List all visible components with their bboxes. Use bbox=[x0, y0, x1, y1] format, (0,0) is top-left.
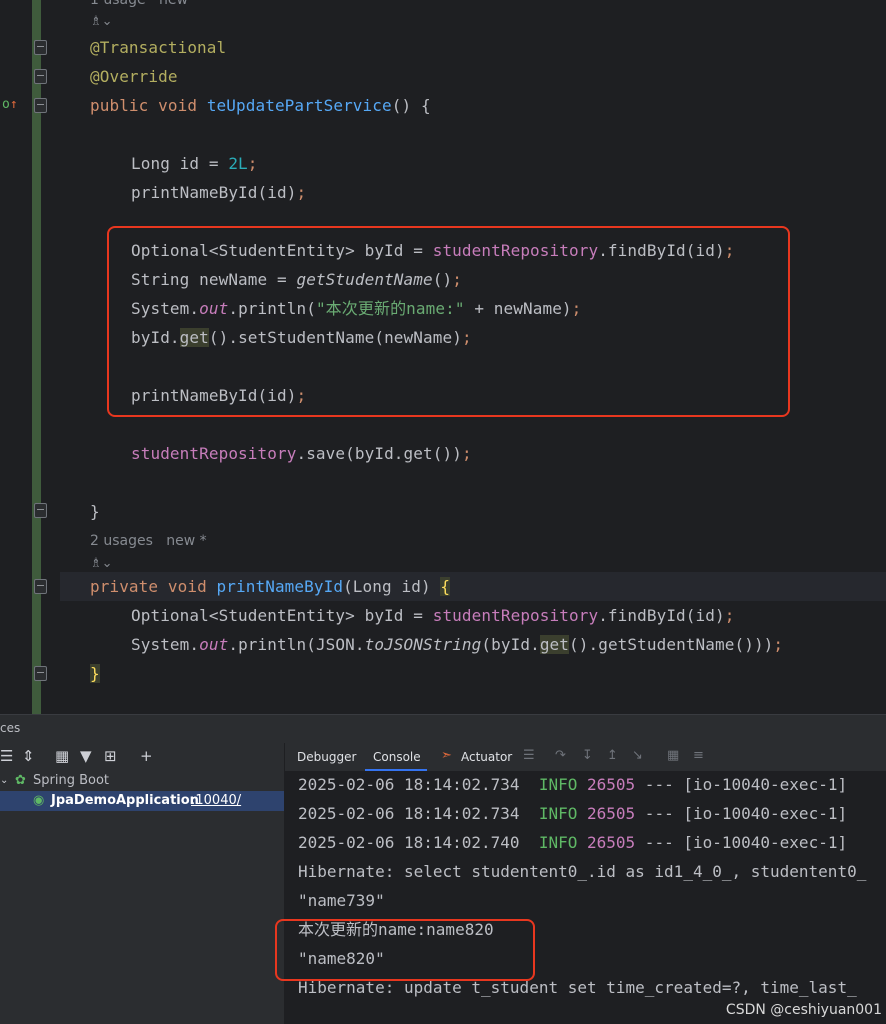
code-line-println-json: System.out.println(JSON.toJSONString(byI… bbox=[131, 635, 784, 654]
highlight-box-console bbox=[275, 919, 535, 981]
step-into-icon[interactable]: ↧ bbox=[582, 748, 593, 763]
spring-boot-icon: ✿ bbox=[15, 773, 26, 788]
log-line: 2025-02-06 18:14:02.734 INFO 26505 --- [… bbox=[298, 775, 848, 794]
usage-hint[interactable]: 1 usage new * bbox=[90, 0, 199, 8]
filter-icon[interactable]: ▼ bbox=[80, 747, 92, 765]
code-line-find-by-id-2: Optional<StudentEntity> byId = studentRe… bbox=[131, 606, 735, 625]
group-by-icon[interactable]: ▦ bbox=[55, 747, 69, 765]
services-tool-window[interactable]: ces ☰ ⇕ ▦ ▼ ⊞ + ⌄ ✿ Spring Boot ◉ JpaDem… bbox=[0, 714, 886, 1024]
tab-actuator[interactable]: Actuator bbox=[461, 743, 512, 771]
tree-item-jpa-demo-application[interactable]: ◉ JpaDemoApplication :10040/ bbox=[0, 791, 284, 811]
tool-window-title: ces bbox=[0, 721, 21, 735]
expand-all-icon[interactable]: ☰ bbox=[0, 747, 13, 765]
annotation-override: @Override bbox=[90, 67, 178, 86]
method-signature-teUpdatePartService: public void teUpdatePartService() { bbox=[90, 96, 431, 115]
services-tree[interactable]: ⌄ ✿ Spring Boot ◉ JpaDemoApplication :10… bbox=[0, 771, 284, 1024]
log-line: 2025-02-06 18:14:02.734 INFO 26505 --- [… bbox=[298, 804, 848, 823]
menu-icon[interactable]: ☰ bbox=[523, 748, 535, 763]
highlight-box-code bbox=[107, 226, 790, 417]
fold-icon[interactable] bbox=[34, 40, 47, 55]
fold-icon[interactable] bbox=[34, 69, 47, 84]
collapse-all-icon[interactable]: ⇕ bbox=[22, 747, 35, 765]
threads-icon[interactable]: ≡ bbox=[693, 748, 704, 763]
fold-icon[interactable] bbox=[34, 579, 47, 594]
watermark: CSDN @ceshiyuan001 bbox=[725, 1002, 882, 1018]
author-hint-icon-2[interactable]: ♗⌄ bbox=[90, 556, 113, 571]
port-link[interactable]: :10040/ bbox=[191, 791, 241, 811]
method-signature-printNameById: private void printNameById(Long id) { bbox=[90, 577, 451, 596]
code-line-long-id: Long id = 2L; bbox=[131, 154, 258, 173]
console-tabs: Debugger Console ➣ Actuator ☰ ↷ ↧ ↥ ↘ ▦ … bbox=[285, 743, 886, 771]
annotation-transactional: @Transactional bbox=[90, 38, 227, 57]
hibernate-update-line: Hibernate: update t_student set time_cre… bbox=[298, 978, 857, 997]
implements-method-icon[interactable]: o↑ bbox=[2, 97, 18, 113]
run-to-cursor-icon[interactable]: ↘ bbox=[632, 748, 643, 763]
chevron-down-icon[interactable]: ⌄ bbox=[0, 771, 8, 791]
editor-gutter: o↑ bbox=[0, 0, 60, 714]
closing-brace: } bbox=[90, 502, 100, 521]
tab-debugger[interactable]: Debugger bbox=[297, 743, 356, 771]
services-toolbar: ☰ ⇕ ▦ ▼ ⊞ + bbox=[0, 743, 284, 771]
new-tab-icon[interactable]: ⊞ bbox=[104, 747, 117, 765]
tree-item-label: JpaDemoApplication bbox=[51, 793, 199, 808]
usage-hint-2[interactable]: 2 usages new * bbox=[90, 533, 207, 549]
code-editor[interactable]: o↑ 1 usage new * ♗⌄ @Transactional @Over… bbox=[0, 0, 886, 714]
output-name739: "name739" bbox=[298, 891, 385, 910]
tree-item-label: Spring Boot bbox=[33, 773, 110, 788]
tab-console[interactable]: Console bbox=[373, 743, 421, 771]
fold-icon[interactable] bbox=[34, 503, 47, 518]
code-line-print-name: printNameById(id); bbox=[131, 183, 307, 202]
console-output[interactable]: 2025-02-06 18:14:02.734 INFO 26505 --- [… bbox=[285, 771, 886, 1024]
author-hint-icon[interactable]: ♗⌄ bbox=[90, 14, 113, 29]
evaluate-icon[interactable]: ▦ bbox=[667, 748, 679, 763]
fold-icon[interactable] bbox=[34, 98, 47, 113]
actuator-icon: ➣ bbox=[441, 748, 452, 763]
tree-item-spring-boot[interactable]: ⌄ ✿ Spring Boot bbox=[0, 771, 284, 791]
add-service-icon[interactable]: + bbox=[140, 747, 153, 765]
run-bug-icon: ◉ bbox=[33, 793, 45, 808]
log-line: 2025-02-06 18:14:02.740 INFO 26505 --- [… bbox=[298, 833, 848, 852]
step-out-icon[interactable]: ↥ bbox=[607, 748, 618, 763]
closing-brace-2: } bbox=[90, 664, 100, 683]
code-line-save: studentRepository.save(byId.get()); bbox=[131, 444, 472, 463]
fold-icon[interactable] bbox=[34, 666, 47, 681]
step-over-icon[interactable]: ↷ bbox=[555, 748, 566, 763]
hibernate-select-line: Hibernate: select studentent0_.id as id1… bbox=[298, 862, 867, 881]
